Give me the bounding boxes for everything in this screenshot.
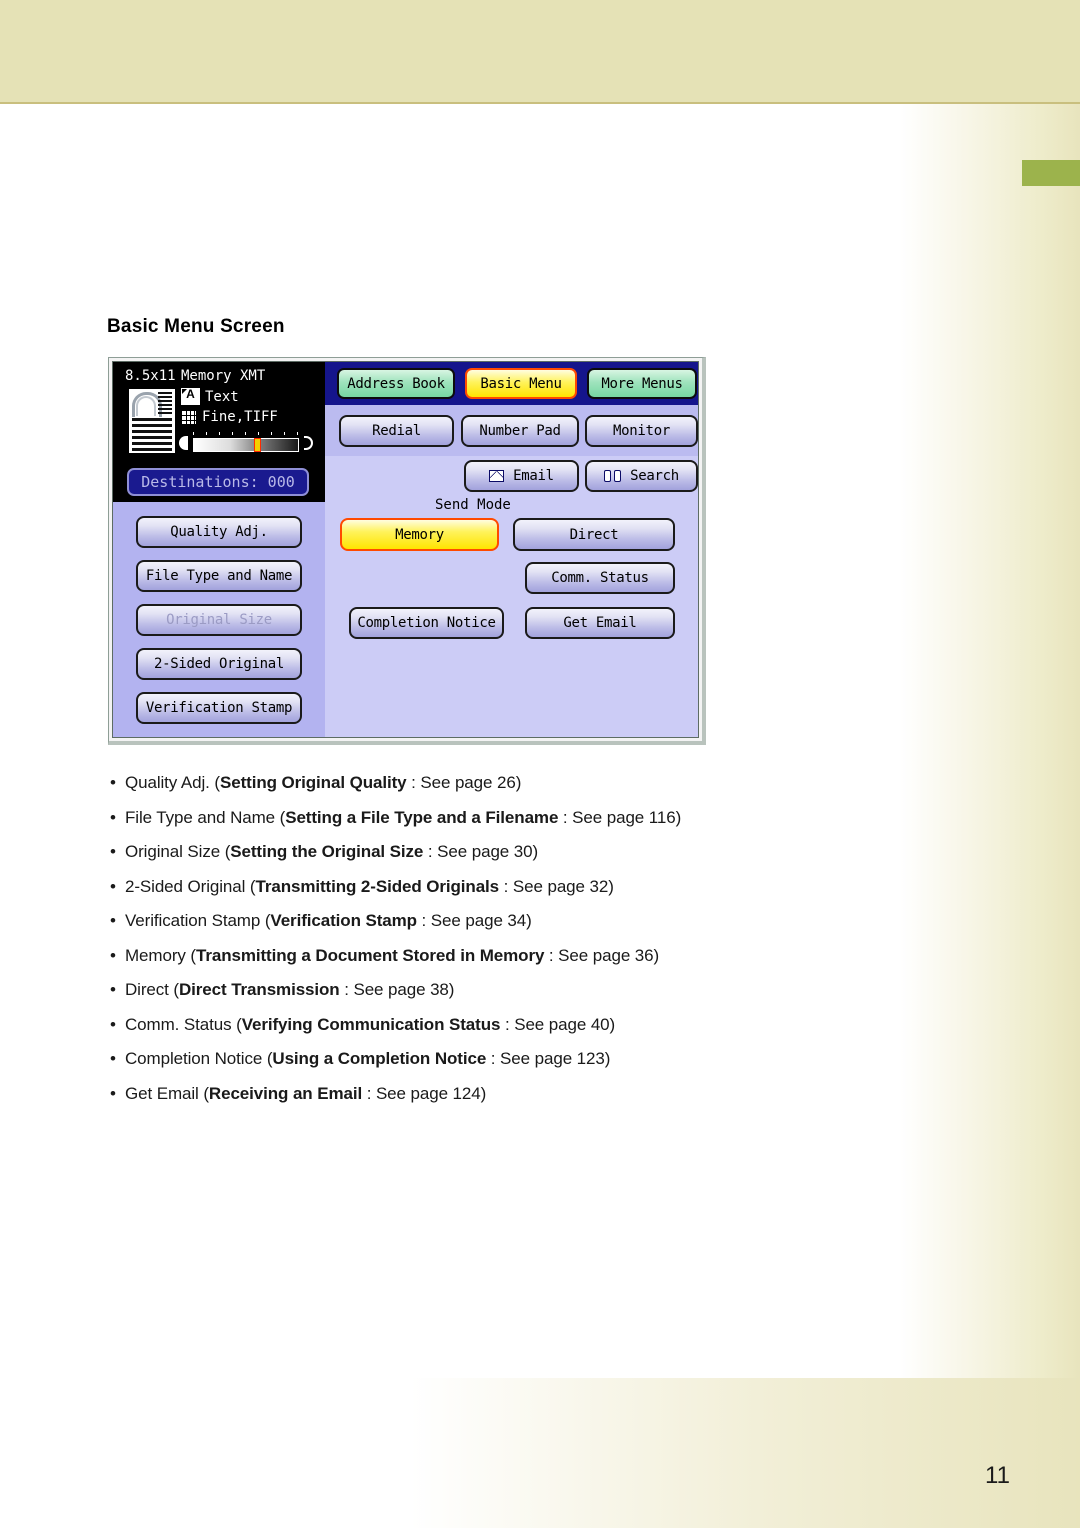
verification-stamp-button[interactable]: Verification Stamp — [136, 692, 302, 724]
bullet-dot: • — [110, 911, 116, 930]
bullet-dot: • — [110, 945, 116, 965]
list-item-page-reference: : See page 26) — [406, 773, 522, 792]
bullet-dot: • — [110, 980, 116, 999]
list-item-page-reference: : See page 36) — [544, 945, 660, 965]
quality-adj-button[interactable]: Quality Adj. — [136, 516, 302, 548]
list-item-name: File Type and Name ( — [125, 807, 286, 827]
list-item: • Quality Adj. (Setting Original Quality … — [110, 766, 910, 801]
resolution-row: Fine,TIFF — [181, 409, 278, 425]
list-item-reference-title: Transmitting 2-Sided Originals — [255, 876, 500, 896]
open-book-icon — [604, 470, 622, 482]
lcd-screenshot-figure: 8.5x11 Memory XMT Text Fine,TIFF — [108, 357, 706, 745]
list-item-reference-title: Verification Stamp — [270, 911, 417, 930]
resolution-grid-icon — [181, 409, 197, 425]
list-item-name: Quality Adj. ( — [125, 773, 220, 792]
destinations-button[interactable]: Destinations: 000 — [127, 468, 309, 496]
list-item-name: Completion Notice ( — [125, 1049, 273, 1068]
feature-reference-list: • Quality Adj. (Setting Original Quality … — [110, 766, 910, 1111]
page-bottom-gradient — [0, 1378, 1080, 1528]
list-item-name: Verification Stamp ( — [125, 911, 271, 930]
paper-size-label: 8.5x11 — [125, 368, 176, 384]
list-item-page-reference: : See page 38) — [339, 980, 455, 999]
list-item-name: Comm. Status ( — [125, 1014, 242, 1034]
original-type-label: Text — [205, 388, 239, 405]
search-button-label: Search — [630, 468, 679, 484]
lcd-status-panel: 8.5x11 Memory XMT Text Fine,TIFF — [113, 362, 325, 502]
contrast-light-icon — [179, 436, 188, 450]
list-item-name: Direct ( — [125, 980, 179, 999]
send-mode-direct-button[interactable]: Direct — [513, 518, 675, 551]
bullet-dot: • — [110, 807, 116, 827]
list-item-reference-title: Setting the Original Size — [230, 842, 424, 861]
search-button[interactable]: Search — [585, 460, 698, 492]
original-type-row: Text — [181, 387, 239, 405]
page-top-band — [0, 0, 1080, 104]
page-right-gradient — [900, 104, 1080, 1528]
list-item-reference-title: Using a Completion Notice — [272, 1049, 487, 1068]
bullet-dot: • — [110, 773, 116, 792]
contrast-knob[interactable] — [254, 438, 262, 452]
list-item: • Direct (Direct Transmission : See page … — [110, 973, 910, 1008]
tab-basic-menu[interactable]: Basic Menu — [465, 368, 577, 399]
get-email-button[interactable]: Get Email — [525, 607, 675, 639]
bullet-dot: • — [110, 1083, 116, 1103]
list-item-reference-title: Setting a File Type and a Filename — [285, 807, 559, 827]
email-button[interactable]: Email — [464, 460, 579, 492]
tab-address-book[interactable]: Address Book — [337, 368, 455, 399]
list-item: • Completion Notice (Using a Completion N… — [110, 1042, 910, 1077]
list-item: • Original Size (Setting the Original Siz… — [110, 835, 910, 870]
list-item-page-reference: : See page 123) — [486, 1049, 611, 1068]
list-item-name: Memory ( — [125, 945, 196, 965]
text-original-icon — [181, 387, 200, 405]
list-item-page-reference: : See page 116) — [558, 807, 682, 827]
file-type-and-name-button[interactable]: File Type and Name — [136, 560, 302, 592]
bullet-dot: • — [110, 1049, 116, 1068]
bullet-dot: • — [110, 1014, 116, 1034]
list-item-page-reference: : See page 30) — [423, 842, 539, 861]
bullet-dot: • — [110, 876, 116, 896]
original-size-button: Original Size — [136, 604, 302, 636]
list-item-name: Get Email ( — [125, 1083, 209, 1103]
email-button-label: Email — [513, 468, 554, 484]
resolution-label: Fine,TIFF — [202, 409, 278, 425]
document-preview-icon — [129, 389, 175, 453]
list-item: • Memory (Transmitting a Document Stored … — [110, 939, 910, 974]
list-item-reference-title: Transmitting a Document Stored in Memory — [195, 945, 545, 965]
comm-status-button[interactable]: Comm. Status — [525, 562, 675, 594]
list-item: • File Type and Name (Setting a File Type… — [110, 801, 910, 836]
bullet-dot: • — [110, 842, 116, 861]
list-item-page-reference: : See page 124) — [362, 1083, 487, 1103]
completion-notice-button[interactable]: Completion Notice — [349, 607, 504, 639]
list-item-reference-title: Verifying Communication Status — [241, 1014, 501, 1034]
redial-button[interactable]: Redial — [339, 415, 454, 447]
page-number: 11 — [985, 1462, 1010, 1489]
list-item-page-reference: : See page 34) — [416, 911, 532, 930]
monitor-button[interactable]: Monitor — [585, 415, 698, 447]
list-item: • Comm. Status (Verifying Communication S… — [110, 1008, 910, 1043]
contrast-ticks — [193, 432, 299, 437]
list-item-reference-title: Setting Original Quality — [219, 773, 407, 792]
number-pad-button[interactable]: Number Pad — [461, 415, 579, 447]
send-mode-memory-button[interactable]: Memory — [340, 518, 499, 551]
list-item: • Verification Stamp (Verification Stamp … — [110, 904, 910, 939]
contrast-track[interactable] — [193, 438, 299, 452]
chapter-accent-bar — [1022, 160, 1080, 186]
send-mode-label: Send Mode — [435, 497, 511, 513]
list-item: • Get Email (Receiving an Email : See pag… — [110, 1077, 910, 1112]
list-item-page-reference: : See page 40) — [500, 1014, 616, 1034]
list-item-page-reference: : See page 32) — [499, 876, 614, 896]
list-item-reference-title: Direct Transmission — [178, 980, 340, 999]
list-item-reference-title: Receiving an Email — [208, 1083, 363, 1103]
list-item-name: 2-Sided Original ( — [125, 876, 256, 896]
contrast-slider[interactable] — [179, 432, 313, 454]
list-item-name: Original Size ( — [125, 842, 231, 861]
xmt-mode-label: Memory XMT — [181, 368, 266, 384]
tab-more-menus[interactable]: More Menus — [587, 368, 697, 399]
envelope-icon — [489, 470, 505, 482]
two-sided-original-button[interactable]: 2-Sided Original — [136, 648, 302, 680]
list-item: • 2-Sided Original (Transmitting 2-Sided … — [110, 870, 910, 905]
lcd-screen: 8.5x11 Memory XMT Text Fine,TIFF — [112, 361, 699, 738]
section-heading: Basic Menu Screen — [107, 316, 285, 337]
contrast-dark-icon — [304, 436, 313, 450]
